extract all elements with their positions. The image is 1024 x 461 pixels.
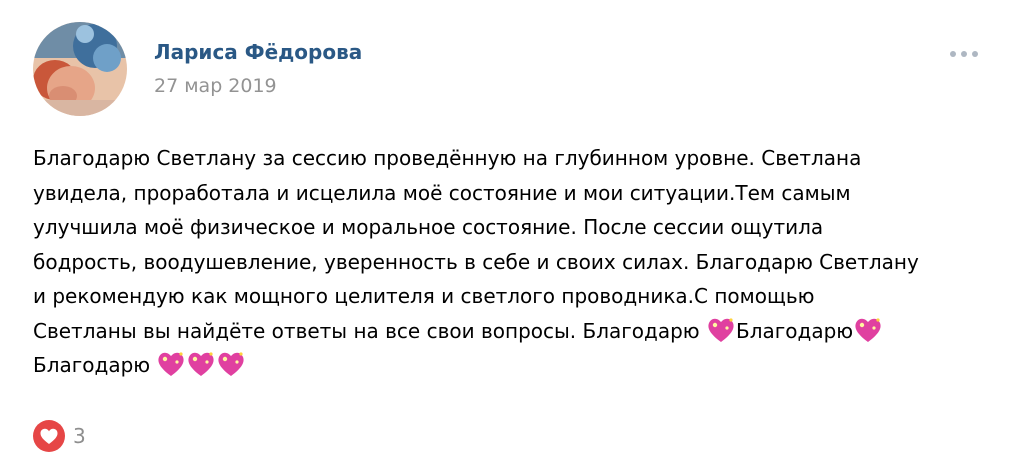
post-text-line-6: Светланы вы найдёте ответы на все свои в… [33,314,993,349]
post-date[interactable]: 27 мар 2019 [154,75,277,97]
post-text-line: бодрость, воодушевление, уверенность в с… [33,249,919,274]
sparkling-heart-icon [156,350,186,378]
sparkling-heart-icon [186,350,216,378]
post-text-line: улучшила моё физическое и моральное сост… [33,215,824,239]
post-text-segment: Благодарю [735,318,854,343]
avatar[interactable] [33,22,127,116]
post-text-line: и рекомендую как мощного целителя и свет… [33,284,815,308]
post-text-line-7: Благодарю [33,348,993,383]
sparkling-heart-icon [853,316,883,344]
post-text-segment: Благодарю [33,353,151,377]
author-name[interactable]: Лариса Фёдорова [154,40,362,64]
more-dots-icon [950,51,978,57]
more-options-button[interactable] [944,44,988,64]
like-button[interactable]: 3 [33,420,86,452]
post-text-line: увидела, проработала и исцелила моё сост… [33,180,851,205]
like-count: 3 [73,424,86,448]
sparkling-heart-icon [216,350,246,378]
sparkling-heart-icon [706,316,736,344]
post-text-line: Благодарю Светлану за сессию проведённую… [33,146,862,170]
heart-icon [33,420,65,452]
post-text-segment: Светланы вы найдёте ответы на все свои в… [33,318,700,343]
avatar-photo [33,22,127,116]
post: Лариса Фёдорова 27 мар 2019 Благодарю Св… [0,0,1024,461]
post-text: Благодарю Светлану за сессию проведённую… [33,141,993,383]
